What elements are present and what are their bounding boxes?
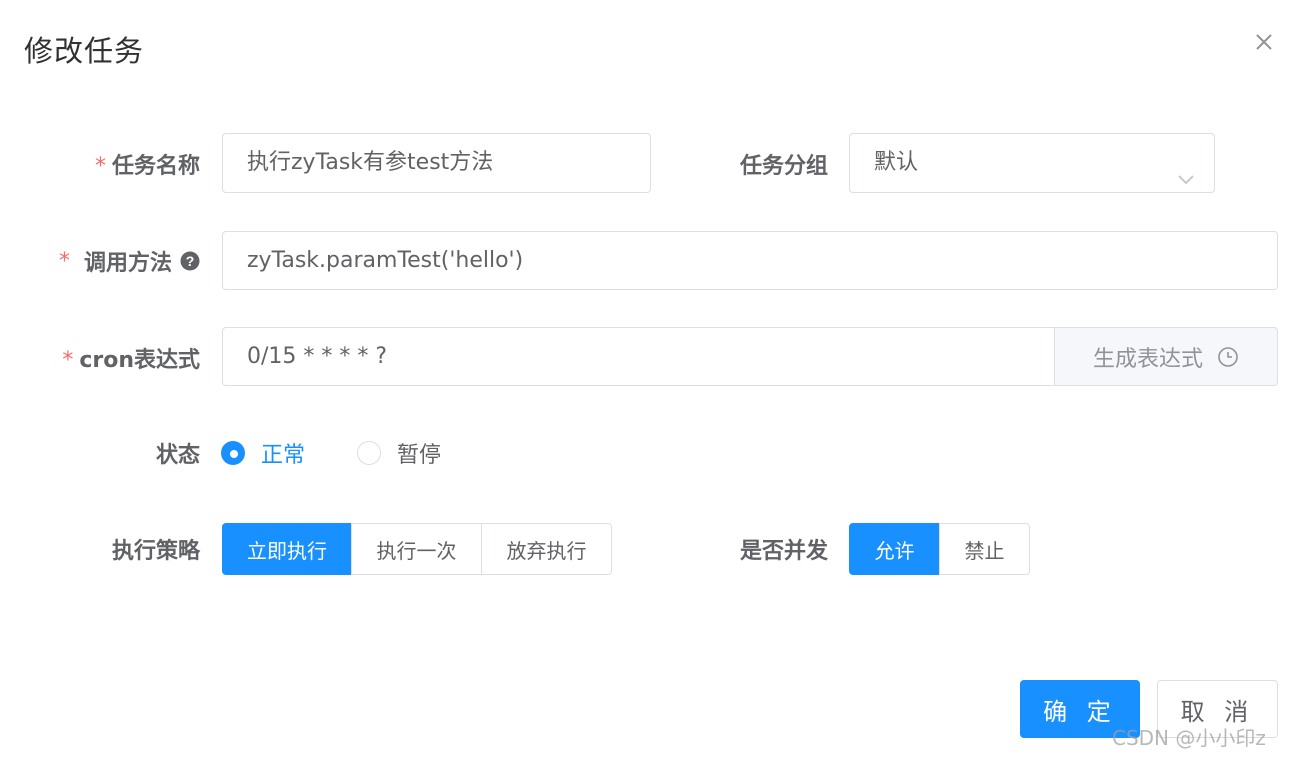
concurrent-button-group: 允许 禁止 (849, 523, 1030, 575)
concurrent-option-forbid[interactable]: 禁止 (939, 523, 1030, 575)
dialog-title: 修改任务 (24, 34, 145, 68)
cron-label: * cron表达式 (40, 342, 200, 374)
status-radio-normal[interactable]: 正常 (221, 437, 305, 469)
svg-text:?: ? (186, 253, 195, 269)
invoke-target-label: * 调用方法 ? (40, 245, 200, 277)
edit-task-dialog: 修改任务 * 任务名称 执行zyTask有参test方法 任务分组 默认 * 调用… (0, 0, 1300, 757)
invoke-target-label-text: 调用方法 (83, 251, 172, 276)
status-radio-paused[interactable]: 暂停 (357, 437, 441, 469)
generate-cron-button[interactable]: 生成表达式 (1054, 327, 1278, 386)
misfire-option-abandon[interactable]: 放弃执行 (481, 523, 612, 575)
misfire-option-once[interactable]: 执行一次 (351, 523, 482, 575)
clock-icon (1217, 346, 1239, 368)
concurrent-option-allow[interactable]: 允许 (849, 523, 940, 575)
status-option-label: 暂停 (397, 443, 442, 468)
job-group-select[interactable]: 默认 (849, 133, 1215, 193)
concurrent-label: 是否并发 (739, 539, 828, 564)
close-icon[interactable] (1252, 30, 1276, 54)
status-label: 状态 (155, 443, 200, 468)
chevron-down-icon (1176, 154, 1196, 185)
radio-checked-icon (221, 441, 245, 465)
required-mark: * (94, 154, 106, 179)
watermark: CSDN @小小印z (1112, 726, 1266, 750)
cron-label-text: cron表达式 (79, 348, 200, 373)
invoke-target-input[interactable]: zyTask.paramTest('hello') (222, 231, 1278, 290)
required-mark: * (62, 348, 74, 373)
misfire-option-immediate[interactable]: 立即执行 (222, 523, 352, 575)
job-name-input[interactable]: 执行zyTask有参test方法 (222, 133, 651, 193)
misfire-label: 执行策略 (111, 539, 200, 564)
status-option-label: 正常 (261, 443, 306, 468)
misfire-button-group: 立即执行 执行一次 放弃执行 (222, 523, 612, 575)
cron-input[interactable]: 0/15 * * * * ? (222, 327, 1055, 386)
radio-unchecked-icon (357, 441, 381, 465)
job-group-label: 任务分组 (739, 154, 828, 179)
job-name-label-text: 任务名称 (111, 154, 200, 179)
job-group-value: 默认 (874, 150, 919, 175)
required-mark: * (58, 248, 70, 274)
job-name-label: * 任务名称 (60, 148, 200, 180)
question-circle-icon[interactable]: ? (180, 251, 200, 271)
generate-cron-label: 生成表达式 (1092, 346, 1203, 372)
